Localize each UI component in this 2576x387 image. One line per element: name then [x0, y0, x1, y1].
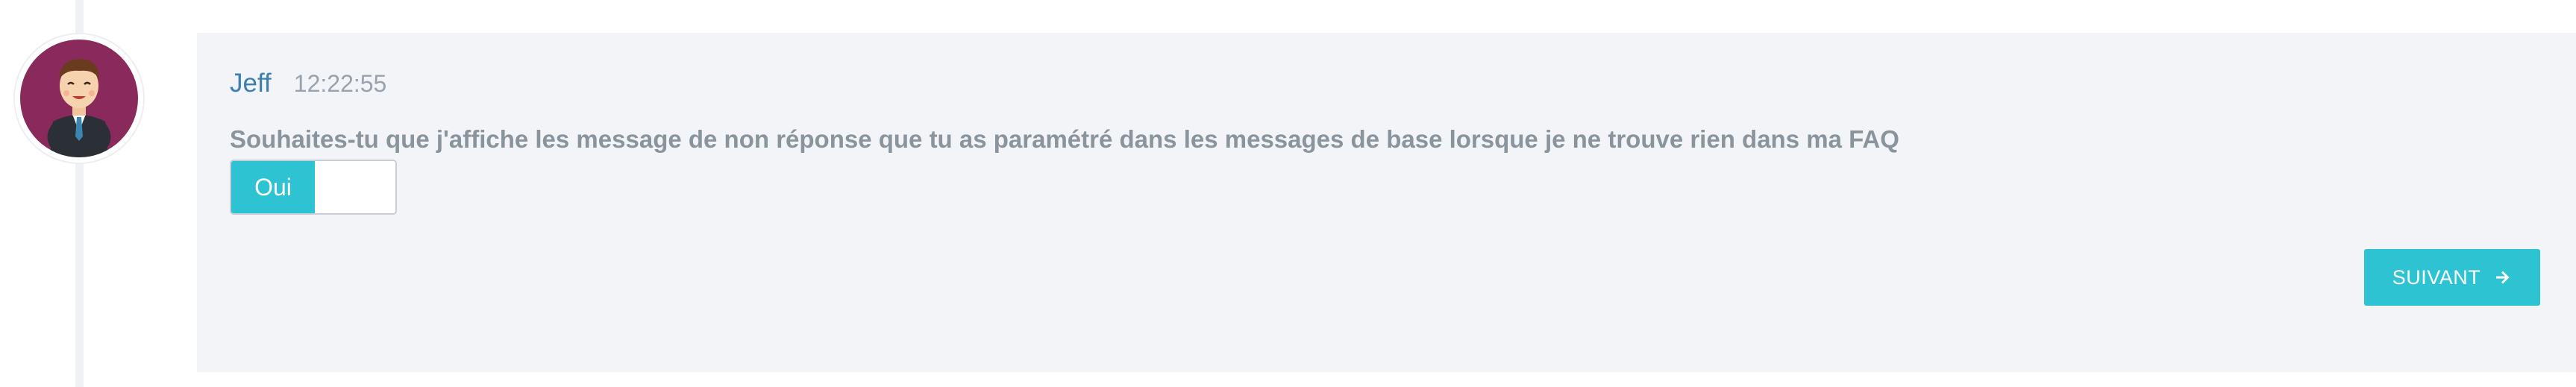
arrow-right-icon [2494, 268, 2512, 286]
author-name: Jeff [230, 69, 272, 98]
oui-toggle[interactable]: Oui [230, 160, 397, 215]
message-panel: Jeff 12:22:55 Souhaites-tu que j'affiche… [197, 33, 2576, 372]
toggle-on-label: Oui [231, 161, 315, 213]
avatar-illustration [20, 40, 138, 157]
message-header: Jeff 12:22:55 [230, 69, 386, 98]
chat-page: Jeff 12:22:55 Souhaites-tu que j'affiche… [0, 0, 2576, 387]
question-text: Souhaites-tu que j'affiche les message d… [230, 125, 1899, 153]
avatar [15, 34, 143, 163]
message-timestamp: 12:22:55 [293, 70, 387, 97]
toggle-off-area [315, 161, 395, 213]
next-button[interactable]: SUIVANT [2364, 249, 2540, 306]
next-button-label: SUIVANT [2392, 265, 2481, 289]
